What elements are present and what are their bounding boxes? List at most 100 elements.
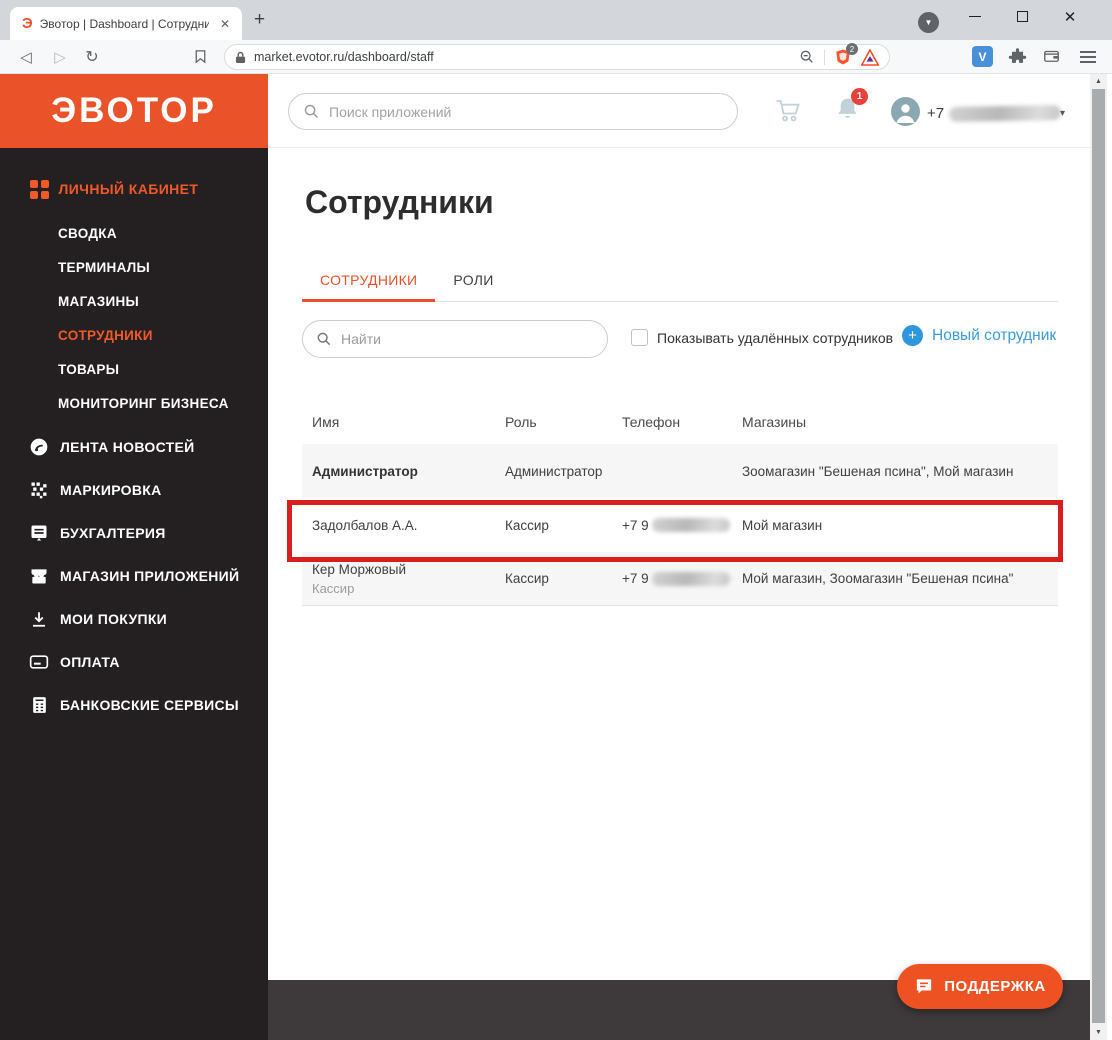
- sidebar-item-terminals[interactable]: ТЕРМИНАЛЫ: [58, 250, 229, 284]
- window-maximize-button[interactable]: [999, 0, 1045, 33]
- sidebar-item-label: СВОДКА: [58, 226, 117, 241]
- staff-search-box[interactable]: [302, 320, 608, 358]
- extensions-puzzle-icon[interactable]: [1008, 47, 1027, 71]
- table-row-administrator[interactable]: Администратор Администратор Зоомагазин "…: [302, 444, 1058, 498]
- sidebar-item-news-feed[interactable]: ЛЕНТА НОВОСТЕЙ: [28, 425, 239, 468]
- staff-search-input[interactable]: [341, 331, 594, 347]
- sidebar-sublist: СВОДКА ТЕРМИНАЛЫ МАГАЗИНЫ СОТРУДНИКИ ТОВ…: [58, 216, 229, 420]
- scroll-up-icon[interactable]: ▲: [1090, 74, 1107, 89]
- show-deleted-checkbox[interactable]: [631, 329, 648, 346]
- content-tabs: СОТРУДНИКИ РОЛИ: [302, 264, 1058, 302]
- scrollbar-thumb[interactable]: [1092, 89, 1105, 1023]
- bat-icon[interactable]: [861, 49, 879, 66]
- grid-icon: [30, 180, 49, 199]
- window-minimize-button[interactable]: [952, 0, 998, 33]
- tab-close-icon[interactable]: ✕: [216, 15, 234, 33]
- browser-tab[interactable]: Э Эвотор | Dashboard | Сотрудники ✕: [10, 7, 242, 40]
- bank-icon: [28, 695, 50, 715]
- sidebar-item-staff[interactable]: СОТРУДНИКИ: [58, 318, 229, 352]
- sidebar-item-products[interactable]: ТОВАРЫ: [58, 352, 229, 386]
- phone-redaction-blur: [652, 518, 730, 532]
- sidebar-item-business-monitoring[interactable]: МОНИТОРИНГ БИЗНЕСА: [58, 386, 229, 420]
- table-row-ker-morzhovy[interactable]: Кер Моржовый Кассир Кассир +7 9 Мой мага…: [302, 552, 1058, 606]
- employee-stores: Зоомагазин "Бешеная псина", Мой магазин: [742, 464, 1048, 479]
- browser-window: Э Эвотор | Dashboard | Сотрудники ✕ + ▼ …: [0, 0, 1112, 1040]
- cart-icon[interactable]: [775, 98, 802, 128]
- tab-staff[interactable]: СОТРУДНИКИ: [302, 264, 435, 302]
- staff-table: Имя Роль Телефон Магазины Администратор …: [302, 400, 1058, 606]
- new-employee-label: Новый сотрудник: [932, 327, 1056, 345]
- employee-phone: +7 9: [622, 571, 742, 586]
- sidebar-item-label: БАНКОВСКИЕ СЕРВИСЫ: [60, 697, 239, 713]
- sidebar-item-label: МАГАЗИНЫ: [58, 294, 139, 309]
- phone-prefix: +7 9: [622, 518, 649, 533]
- sidebar-item-my-purchases[interactable]: МОИ ПОКУПКИ: [28, 597, 239, 640]
- forward-icon: ▷: [44, 40, 76, 73]
- sidebar-item-label: БУХГАЛТЕРИЯ: [60, 525, 166, 541]
- sidebar-item-summary[interactable]: СВОДКА: [58, 216, 229, 250]
- employee-name: Задолбалов А.А.: [312, 518, 418, 533]
- sidebar: ЛИЧНЫЙ КАБИНЕТ СВОДКА ТЕРМИНАЛЫ МАГАЗИНЫ…: [0, 148, 268, 1040]
- sidebar-item-label: МАРКИРОВКА: [60, 482, 162, 498]
- table-row-zadolbalov[interactable]: Задолбалов А.А. Кассир +7 9 Мой магазин: [302, 498, 1058, 552]
- page-scrollbar[interactable]: ▲ ▼: [1090, 74, 1107, 1040]
- plus-icon: +: [902, 325, 923, 346]
- back-icon[interactable]: ◁: [10, 40, 42, 73]
- v-extension-icon[interactable]: V: [972, 46, 993, 67]
- browser-update-icon[interactable]: ▼: [918, 12, 939, 33]
- divider: [824, 50, 825, 65]
- tab-title: Эвотор | Dashboard | Сотрудники: [40, 17, 209, 31]
- page-title: Сотрудники: [305, 184, 494, 221]
- main-content: Сотрудники СОТРУДНИКИ РОЛИ Показывать уд…: [268, 148, 1090, 980]
- column-header-phone: Телефон: [622, 414, 742, 430]
- caret-down-icon[interactable]: ▾: [1060, 108, 1065, 119]
- shield-badge: 2: [846, 43, 858, 55]
- app-header: 1 +7 ▾: [268, 74, 1090, 148]
- employee-role: Кассир: [505, 518, 622, 533]
- chat-icon: [914, 977, 934, 996]
- employee-stores: Мой магазин, Зоомагазин "Бешеная псина": [742, 571, 1048, 586]
- evotor-logo[interactable]: ЭВОТОР: [0, 74, 268, 148]
- employee-name: Администратор: [312, 464, 418, 479]
- logo-text: ЭВОТОР: [51, 91, 217, 131]
- employee-role: Кассир: [505, 571, 622, 586]
- app-search-box[interactable]: [288, 93, 738, 130]
- new-employee-button[interactable]: + Новый сотрудник: [902, 325, 1056, 346]
- sidebar-item-stores[interactable]: МАГАЗИНЫ: [58, 284, 229, 318]
- zoom-out-icon[interactable]: [799, 49, 815, 65]
- employee-role: Администратор: [505, 464, 622, 479]
- avatar[interactable]: [891, 97, 920, 131]
- column-header-role: Роль: [505, 414, 622, 430]
- lock-icon: [235, 51, 246, 64]
- menu-icon[interactable]: [1080, 48, 1096, 66]
- phone-prefix: +7: [927, 105, 944, 122]
- url-text: market.evotor.ru/dashboard/staff: [254, 50, 791, 64]
- support-button[interactable]: ПОДДЕРЖКА: [897, 964, 1063, 1009]
- wallet-icon[interactable]: [1042, 47, 1061, 70]
- new-tab-button[interactable]: +: [254, 10, 265, 29]
- sidebar-section-personal-cabinet[interactable]: ЛИЧНЫЙ КАБИНЕТ: [30, 180, 198, 199]
- sidebar-list: ЛЕНТА НОВОСТЕЙ МАРКИРОВКА БУХГАЛТЕРИЯ МА…: [28, 425, 239, 726]
- sidebar-item-bank-services[interactable]: БАНКОВСКИЕ СЕРВИСЫ: [28, 683, 239, 726]
- sidebar-item-app-store[interactable]: МАГАЗИН ПРИЛОЖЕНИЙ: [28, 554, 239, 597]
- news-icon: [28, 437, 50, 457]
- scroll-down-icon[interactable]: ▼: [1090, 1025, 1107, 1040]
- reload-icon[interactable]: ↻: [76, 40, 108, 73]
- sidebar-item-label: МОИ ПОКУПКИ: [60, 611, 167, 627]
- account-phone[interactable]: +7: [927, 105, 1061, 122]
- brave-shield-icon[interactable]: 2: [834, 48, 852, 66]
- sidebar-item-marking[interactable]: МАРКИРОВКА: [28, 468, 239, 511]
- show-deleted-row: Показывать удалённых сотрудников: [631, 329, 893, 346]
- sidebar-item-label: ЛЕНТА НОВОСТЕЙ: [60, 439, 195, 455]
- notification-badge: 1: [851, 88, 868, 105]
- accounting-icon: [28, 523, 50, 543]
- tab-roles[interactable]: РОЛИ: [435, 264, 511, 301]
- marking-icon: [28, 480, 50, 500]
- sidebar-item-payment[interactable]: ОПЛАТА: [28, 640, 239, 683]
- address-bar[interactable]: market.evotor.ru/dashboard/staff 2: [224, 44, 890, 70]
- sidebar-item-accounting[interactable]: БУХГАЛТЕРИЯ: [28, 511, 239, 554]
- window-close-button[interactable]: ✕: [1047, 0, 1093, 33]
- search-icon: [303, 103, 320, 120]
- bookmark-icon[interactable]: [184, 40, 216, 73]
- app-search-input[interactable]: [329, 104, 723, 120]
